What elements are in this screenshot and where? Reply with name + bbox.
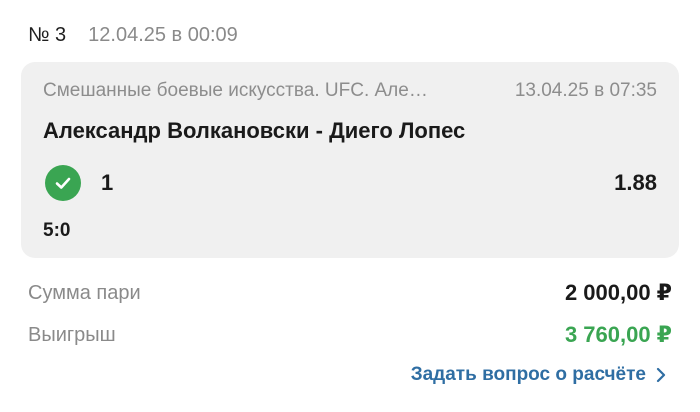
event-start-time: 13.04.25 в 07:35	[514, 80, 657, 101]
outcome-row: 1 1.88	[43, 164, 657, 202]
bet-placed-date: 12.04.25 в 00:09	[88, 23, 238, 46]
win-value: 3 760,00 ₽	[564, 322, 672, 347]
event-league: Смешанные боевые искусства. UFC. Але…	[43, 80, 428, 101]
win-row: Выигрыш 3 760,00 ₽	[28, 320, 672, 350]
event-meta: Смешанные боевые искусства. UFC. Але… 13…	[43, 78, 657, 104]
ask-about-settlement-link[interactable]: Задать вопрос о расчёте	[411, 360, 666, 390]
outcome-odds: 1.88	[614, 170, 657, 195]
check-circle-icon	[45, 165, 81, 201]
win-label: Выигрыш	[28, 323, 116, 346]
chevron-right-icon	[656, 367, 666, 383]
outcome-label: 1	[101, 170, 114, 195]
stake-row: Сумма пари 2 000,00 ₽	[28, 278, 672, 308]
event-card[interactable]: Смешанные боевые искусства. UFC. Але… 13…	[21, 62, 679, 258]
event-title: Александр Волкановски - Диего Лопес	[43, 118, 466, 143]
stake-value: 2 000,00 ₽	[564, 280, 672, 305]
stake-label: Сумма пари	[28, 281, 141, 304]
event-score: 5:0	[43, 220, 71, 241]
ask-link-label: Задать вопрос о расчёте	[410, 364, 646, 385]
bet-header: № 3 12.04.25 в 00:09	[28, 20, 238, 50]
bet-number: № 3	[28, 23, 67, 46]
